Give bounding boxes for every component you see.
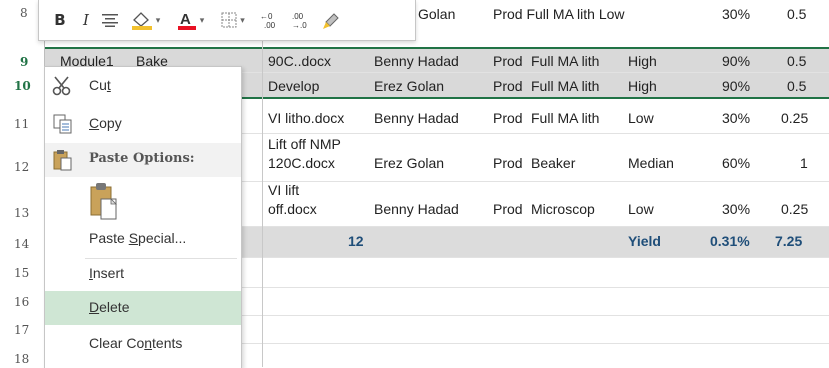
menu-item-delete[interactable]: Delete xyxy=(45,291,241,325)
cell-r12-tool[interactable]: Beaker xyxy=(531,155,575,171)
cell-r13-owner[interactable]: Benny Hadad xyxy=(374,201,459,217)
cell-r12-file-line1[interactable]: Lift off NMP xyxy=(268,136,341,152)
align-center-icon xyxy=(102,14,118,27)
cell-r13-tool[interactable]: Microscop xyxy=(531,201,627,217)
cell-r11-owner[interactable]: Benny Hadad xyxy=(374,110,459,126)
cell-r12-pct[interactable]: 60% xyxy=(722,155,750,171)
cell-r10-level[interactable]: High xyxy=(628,78,657,94)
column-divider xyxy=(262,0,263,367)
chevron-down-icon: ▾ xyxy=(240,14,245,25)
cell-r10-tool[interactable]: Full MA lith xyxy=(531,78,599,94)
cell-r9-file[interactable]: 90C..docx xyxy=(268,53,331,69)
selection-border-top xyxy=(44,47,829,49)
row-header-18[interactable]: 18 xyxy=(0,352,44,366)
cell-r13-level[interactable]: Low xyxy=(628,201,654,217)
bold-button[interactable]: B xyxy=(51,8,69,32)
scissors-icon xyxy=(52,76,71,96)
cell-r11-val[interactable]: 0.25 xyxy=(781,110,808,126)
cell-r10-val[interactable]: 0.5 xyxy=(787,78,806,94)
menu-item-insert[interactable]: Insert xyxy=(45,257,241,291)
format-painter-icon xyxy=(323,13,339,29)
cell-r8-val[interactable]: 0.5 xyxy=(787,6,806,22)
cell-r11-pct[interactable]: 30% xyxy=(722,110,750,126)
cell-r9-owner[interactable]: Benny Hadad xyxy=(374,53,459,69)
cell-r11-level[interactable]: Low xyxy=(628,110,654,126)
cell-r14-pct[interactable]: 0.31% xyxy=(710,233,750,249)
cell-r9-pct[interactable]: 90% xyxy=(722,53,750,69)
svg-text:.00: .00 xyxy=(264,21,276,30)
svg-text:←0: ←0 xyxy=(260,12,273,21)
cell-r8-owner[interactable]: Golan xyxy=(418,6,455,22)
decrease-decimal-icon: .00→.0 xyxy=(292,12,307,30)
cell-r12-file-line2[interactable]: 120C.docx xyxy=(268,155,335,171)
borders-button[interactable]: ▾ xyxy=(215,8,251,32)
cell-r13-type[interactable]: Prod xyxy=(493,201,523,217)
row-header-9[interactable]: 9 xyxy=(0,55,44,69)
cell-r9-level[interactable]: High xyxy=(628,53,657,69)
menu-item-cut[interactable]: Cut xyxy=(45,69,241,103)
menu-item-clear-contents[interactable]: Clear Contents xyxy=(45,327,241,361)
italic-button[interactable]: I xyxy=(77,8,95,32)
cell-r11-file[interactable]: VI litho.docx xyxy=(268,110,344,126)
paste-clipboard-icon xyxy=(90,183,117,220)
decrease-decimal-button[interactable]: .00 →.0 xyxy=(287,8,313,32)
cell-r11-tool[interactable]: Full MA lith xyxy=(531,110,599,126)
cell-r11-type[interactable]: Prod xyxy=(493,110,523,126)
cell-r9-tool[interactable]: Full MA lith xyxy=(531,53,599,69)
cell-r13-file-line1[interactable]: VI lift xyxy=(268,182,299,198)
row-header-12[interactable]: 12 xyxy=(0,160,44,174)
row-header-10[interactable]: 10 xyxy=(0,79,44,93)
align-center-button[interactable] xyxy=(99,8,121,32)
cell-r9-type[interactable]: Prod xyxy=(493,53,523,69)
chevron-down-icon: ▾ xyxy=(199,14,205,25)
cell-r12-type[interactable]: Prod xyxy=(493,155,523,171)
cell-r13-file-line2[interactable]: off.docx xyxy=(268,201,317,217)
fill-bucket-icon xyxy=(131,12,152,30)
cell-r8-type[interactable]: Prod Full MA lith Low xyxy=(493,6,625,22)
cell-r10-type[interactable]: Prod xyxy=(493,78,523,94)
font-color-icon: A xyxy=(177,11,196,30)
paste-button[interactable] xyxy=(85,179,123,225)
cell-r13-pct[interactable]: 30% xyxy=(722,201,750,217)
svg-text:→.0: →.0 xyxy=(292,21,307,30)
row-header-15[interactable]: 15 xyxy=(0,266,44,280)
cell-r12-level[interactable]: Median xyxy=(628,155,674,171)
fill-color-button[interactable]: ▾ xyxy=(125,8,165,32)
row-header-13[interactable]: 13 xyxy=(0,206,44,220)
font-color-button[interactable]: A ▾ xyxy=(171,8,209,32)
cell-r14-label[interactable]: Yield xyxy=(628,233,661,249)
copy-icon xyxy=(53,114,72,134)
cell-r9-val[interactable]: 0.5 xyxy=(787,53,806,69)
clipboard-icon xyxy=(53,150,72,171)
cell-r10-owner[interactable]: Erez Golan xyxy=(374,78,444,94)
cell-r12-owner[interactable]: Erez Golan xyxy=(374,155,444,171)
cell-r10-file[interactable]: Develop xyxy=(268,78,319,94)
svg-text:A: A xyxy=(180,11,191,28)
row-header-11[interactable]: 11 xyxy=(0,117,44,131)
row-header-17[interactable]: 17 xyxy=(0,323,44,337)
chevron-down-icon: ▾ xyxy=(155,14,161,25)
cell-r12-val[interactable]: 1 xyxy=(800,155,808,171)
context-menu: Cut Copy Paste Options: Paste Special...… xyxy=(44,66,242,368)
menu-item-copy[interactable]: Copy xyxy=(45,107,241,141)
mini-toolbar: B I ▾ A ▾ ▾ ←0.00 .00 →.0 xyxy=(38,0,416,41)
menu-item-paste-special[interactable]: Paste Special... xyxy=(45,222,241,256)
increase-decimal-button[interactable]: ←0.00 xyxy=(257,8,283,32)
cell-r14-val[interactable]: 7.25 xyxy=(775,233,802,249)
format-painter-button[interactable] xyxy=(319,8,345,32)
paste-options-header: Paste Options: xyxy=(45,143,241,177)
row-header-16[interactable]: 16 xyxy=(0,295,44,309)
cell-r8-pct[interactable]: 30% xyxy=(722,6,750,22)
borders-icon xyxy=(221,12,237,28)
row-header-14[interactable]: 14 xyxy=(0,237,44,251)
svg-text:.00: .00 xyxy=(292,12,304,21)
cell-r10-pct[interactable]: 90% xyxy=(722,78,750,94)
increase-decimal-icon: ←0.00 xyxy=(260,12,276,30)
cell-r14-count[interactable]: 12 xyxy=(348,233,364,249)
cell-r13-val[interactable]: 0.25 xyxy=(781,201,808,217)
